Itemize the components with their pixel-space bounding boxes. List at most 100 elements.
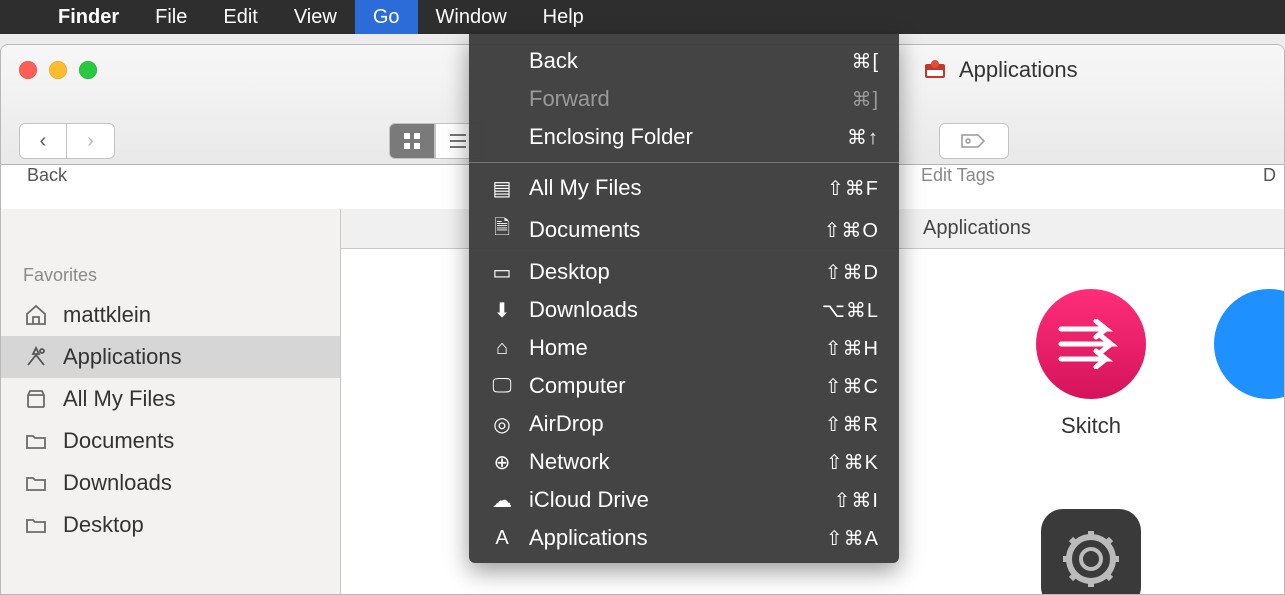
computer-icon: 🖵 (489, 375, 515, 398)
menu-view[interactable]: View (276, 0, 355, 34)
sidebar-item-home[interactable]: mattklein (1, 294, 340, 336)
menu-shortcut: ⇧⌘D (825, 260, 879, 285)
close-button[interactable] (19, 61, 37, 79)
icloud-icon: ☁ (489, 488, 515, 513)
skitch-icon (1036, 289, 1146, 399)
menu-desktop[interactable]: ▭ Desktop ⇧⌘D (469, 253, 899, 291)
sidebar-item-label: Applications (63, 344, 182, 370)
menu-enclosing-folder[interactable]: Enclosing Folder ⌘↑ (469, 118, 899, 156)
sidebar-item-label: All My Files (63, 386, 175, 412)
icon-view-button[interactable] (389, 123, 435, 159)
menu-shortcut: ⌥⌘L (822, 298, 879, 323)
menu-home[interactable]: ⌂ Home ⇧⌘H (469, 329, 899, 367)
forward-button[interactable]: › (67, 123, 115, 159)
menu-shortcut: ⇧⌘O (824, 218, 879, 243)
documents-icon: 🗎 (489, 213, 515, 247)
menu-shortcut: ⇧⌘I (834, 488, 879, 513)
menu-shortcut: ⇧⌘C (825, 374, 879, 399)
menu-shortcut: ⇧⌘A (826, 526, 879, 551)
menu-file[interactable]: File (137, 0, 205, 34)
menu-network[interactable]: ⊕ Network ⇧⌘K (469, 443, 899, 481)
menu-separator (469, 162, 899, 163)
menu-shortcut: ⌘↑ (847, 125, 879, 150)
edit-tags-label: Edit Tags (921, 165, 995, 186)
edit-tags-button[interactable] (939, 123, 1009, 159)
menu-item-label: Forward (529, 86, 837, 112)
menu-documents[interactable]: 🗎 Documents ⇧⌘O (469, 207, 899, 253)
nav-buttons: ‹ › (19, 123, 115, 159)
app-skitch[interactable]: Skitch (1021, 289, 1161, 439)
sidebar-item-downloads[interactable]: Downloads (1, 462, 340, 504)
menu-item-label: Computer (529, 373, 811, 399)
menu-airdrop[interactable]: ◎ AirDrop ⇧⌘R (469, 405, 899, 443)
menu-icloud-drive[interactable]: ☁ iCloud Drive ⇧⌘I (469, 481, 899, 519)
menu-help[interactable]: Help (525, 0, 602, 34)
sidebar-item-label: Downloads (63, 470, 172, 496)
home-icon (23, 302, 49, 328)
menu-item-label: Back (529, 48, 837, 74)
menubar: Finder File Edit View Go Window Help (0, 0, 1285, 34)
downloads-icon: ⬇ (489, 298, 515, 323)
sidebar-item-label: mattklein (63, 302, 151, 328)
menu-all-my-files[interactable]: ▤ All My Files ⇧⌘F (469, 169, 899, 207)
all-files-icon: ▤ (489, 176, 515, 201)
app-partial-icon[interactable] (1214, 289, 1285, 399)
menu-go[interactable]: Go (355, 0, 418, 34)
window-title-text: Applications (959, 57, 1078, 83)
menu-finder[interactable]: Finder (40, 0, 137, 34)
folder-icon (23, 512, 49, 538)
menu-edit[interactable]: Edit (205, 0, 275, 34)
toolbar-right-label: D (1263, 165, 1276, 186)
view-mode-segment (389, 123, 481, 159)
app-label: Skitch (1021, 413, 1161, 439)
window-controls (19, 61, 97, 79)
minimize-button[interactable] (49, 61, 67, 79)
menu-item-label: All My Files (529, 175, 813, 201)
airdrop-icon: ◎ (489, 412, 515, 437)
applications-icon (923, 58, 947, 82)
menu-shortcut: ⇧⌘R (825, 412, 879, 437)
menu-computer[interactable]: 🖵 Computer ⇧⌘C (469, 367, 899, 405)
applications-icon: А (489, 527, 515, 550)
zoom-button[interactable] (79, 61, 97, 79)
folder-icon (23, 428, 49, 454)
menu-window[interactable]: Window (418, 0, 525, 34)
window-title: Applications (923, 57, 1078, 83)
go-menu-dropdown: Back ⌘[ Forward ⌘] Enclosing Folder ⌘↑ ▤… (469, 34, 899, 563)
sidebar-item-all-my-files[interactable]: All My Files (1, 378, 340, 420)
menu-shortcut: ⌘] (851, 87, 879, 112)
menu-back[interactable]: Back ⌘[ (469, 42, 899, 80)
sidebar: Favorites mattklein Applications All My … (1, 209, 341, 594)
back-label: Back (27, 165, 67, 186)
menu-shortcut: ⇧⌘H (825, 336, 879, 361)
menu-item-label: Desktop (529, 259, 811, 285)
menu-item-label: Home (529, 335, 811, 361)
sidebar-item-applications[interactable]: Applications (1, 336, 340, 378)
sidebar-item-documents[interactable]: Documents (1, 420, 340, 462)
menu-item-label: Downloads (529, 297, 808, 323)
all-files-icon (23, 386, 49, 412)
network-icon: ⊕ (489, 450, 515, 475)
sidebar-item-label: Desktop (63, 512, 144, 538)
menu-shortcut: ⇧⌘K (826, 450, 879, 475)
menu-shortcut: ⌘[ (851, 49, 879, 74)
menu-item-label: iCloud Drive (529, 487, 820, 513)
menu-item-label: Network (529, 449, 812, 475)
home-icon: ⌂ (489, 337, 515, 360)
desktop-icon: ▭ (489, 260, 515, 285)
sidebar-item-label: Documents (63, 428, 174, 454)
app-system-prefs[interactable] (1041, 509, 1141, 595)
path-location[interactable]: Applications (923, 217, 1031, 240)
sidebar-favorites-header: Favorites (1, 259, 340, 294)
menu-applications[interactable]: А Applications ⇧⌘A (469, 519, 899, 557)
sidebar-item-desktop[interactable]: Desktop (1, 504, 340, 546)
menu-item-label: Documents (529, 217, 810, 243)
folder-icon (23, 470, 49, 496)
menu-forward: Forward ⌘] (469, 80, 899, 118)
menu-shortcut: ⇧⌘F (827, 176, 879, 201)
menu-downloads[interactable]: ⬇ Downloads ⌥⌘L (469, 291, 899, 329)
menu-item-label: AirDrop (529, 411, 811, 437)
applications-icon (23, 344, 49, 370)
back-button[interactable]: ‹ (19, 123, 67, 159)
menu-item-label: Applications (529, 525, 812, 551)
